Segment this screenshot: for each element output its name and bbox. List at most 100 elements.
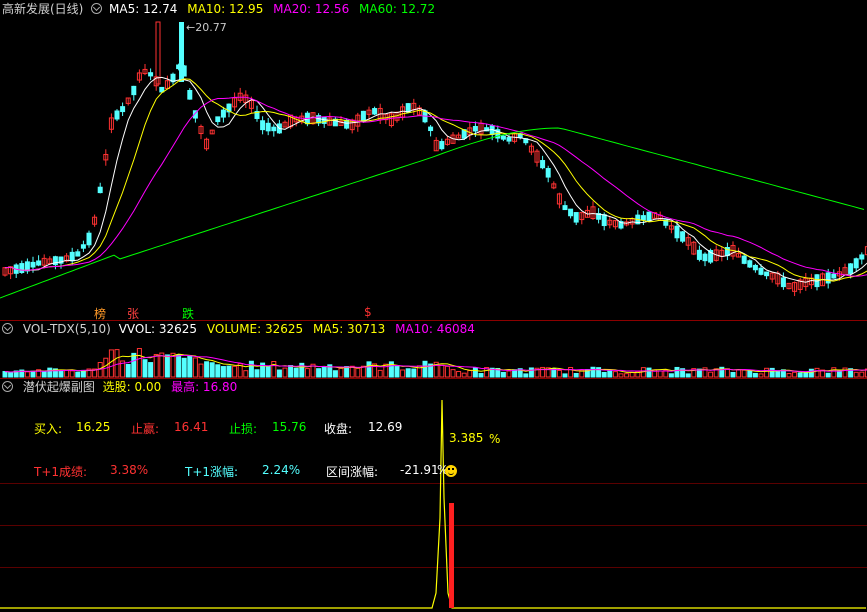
spike-percent-sign: % [489,432,501,446]
volume-bar [472,367,478,378]
volume-bar [176,354,182,378]
volume-value: VOLUME: 32625 [206,322,304,336]
volume-bar [64,369,70,378]
volume-bar [596,367,602,378]
volume-bar [198,363,204,378]
smiley-icon [445,465,457,477]
indicator-spike-line [0,399,866,609]
volume-bar [125,363,131,378]
volume-bar [512,369,518,378]
candle-body [831,273,837,279]
settings-circle-icon[interactable] [91,3,103,14]
candle-body [752,264,758,271]
stock-title: 高新发展(日线) [2,2,84,16]
settings-circle-icon[interactable] [2,381,13,392]
volume-bar [288,365,294,378]
volume-bar [836,370,842,378]
candle-body [148,72,154,77]
candle-body [601,214,607,227]
candle-body [36,260,42,266]
volume-bar [355,367,361,378]
candle-body [472,125,478,132]
candle-body [30,261,36,268]
candle-body [86,232,92,246]
ma10-value: MA10: 12.95 [187,2,264,16]
volume-bar [506,370,512,378]
volume-bar [456,370,462,378]
candle-body [220,109,226,118]
volume-bar [657,370,663,378]
volume-bar [556,369,562,378]
volume-bar [523,373,529,378]
candle-body [155,21,161,85]
volume-bar [69,370,75,378]
settings-circle-icon[interactable] [2,323,13,334]
volume-bar [400,369,406,378]
candle-body [573,212,579,223]
candle-body [131,85,137,96]
ma5-value: MA5: 12.74 [109,2,178,16]
candle-body [265,122,271,132]
volume-bar [775,370,781,378]
volume-bar [265,365,271,378]
volume-pane[interactable]: VOL-TDX(5,10) VVOL: 32625 VOLUME: 32625 … [0,320,867,378]
vol-ma5-value: MA5: 30713 [313,322,386,336]
volume-bar [450,369,456,378]
volume-bar [590,366,596,378]
ma60-value: MA60: 12.72 [359,2,436,16]
close-value: 12.69 [368,420,403,434]
volume-bar [366,361,372,378]
volume-bar [853,371,859,378]
candle-body [545,168,551,178]
volume-bar [500,371,506,378]
volume-bar [629,372,635,378]
volume-bar [142,359,148,378]
candle-body [428,126,434,132]
candle-body [114,110,120,120]
volume-bar [316,368,322,378]
volume-bar [377,369,383,378]
volume-bar [187,355,193,378]
volume-bar [674,366,680,378]
take-profit-value: 16.41 [174,420,209,434]
volume-bar [814,367,820,378]
candle-body [758,267,764,275]
volume-bar [75,371,81,378]
volume-bar [808,368,814,378]
volume-bar [232,365,238,378]
volume-bar [797,372,803,378]
volume-bar [601,371,607,378]
volume-bar [181,357,187,378]
t1-rise-label: T+1涨幅: [185,465,239,479]
volume-bar [478,373,484,378]
volume-bar [2,371,8,378]
price-chart-pane[interactable]: 高新发展(日线) MA5: 12.74 MA10: 12.95 MA20: 12… [0,0,867,320]
spike-label: 3.385 [449,431,484,445]
candlestick-chart[interactable] [0,0,867,320]
candle-body [19,263,25,273]
volume-bar [573,372,579,378]
candle-body [646,211,652,222]
volume-bar [41,371,47,378]
candle-body [260,120,266,131]
candle-body [506,137,512,142]
vvol-value: VVOL: 32625 [118,322,198,336]
indicator-pane[interactable]: 潜伏起爆副图 选股: 0.00 最高: 16.80 [0,378,867,612]
volume-bar [741,369,747,378]
volume-bar [758,373,764,378]
volume-bar [153,353,159,378]
candle-body [568,208,574,217]
candle-body [825,272,831,284]
volume-bar [467,370,473,378]
volume-bar [803,372,809,378]
candle-body [848,263,854,274]
volume-bar [422,360,428,378]
ma20-value: MA20: 12.56 [273,2,350,16]
volume-bar [243,370,249,378]
volume-bar [444,365,450,378]
volume-legend: VOL-TDX(5,10) VVOL: 32625 VOLUME: 32625 … [2,322,481,336]
marker-dollar: $ [364,305,372,319]
indicator-chart[interactable] [0,378,867,612]
candle-body [562,205,568,211]
candle-body [859,254,865,260]
